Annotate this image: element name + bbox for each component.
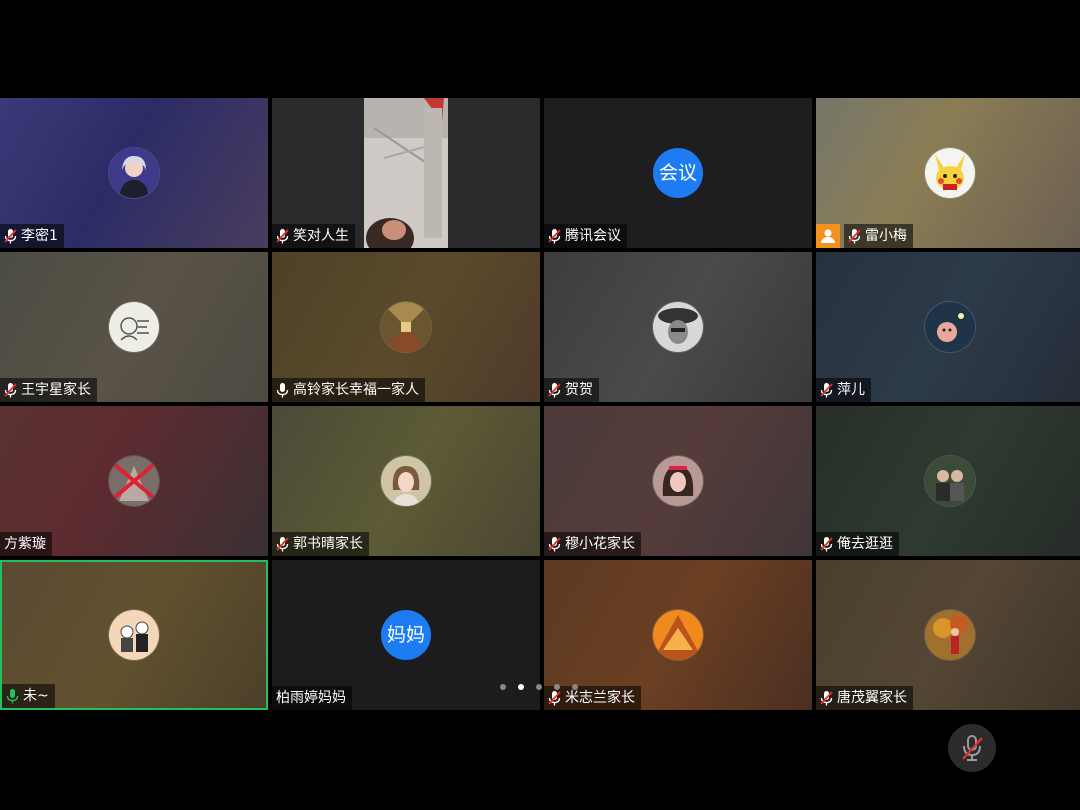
mic-icon bbox=[276, 382, 289, 397]
participant-name: 俺去逛逛 bbox=[837, 536, 893, 552]
page-dot[interactable] bbox=[500, 684, 506, 690]
photo-orange-icon bbox=[653, 610, 703, 660]
participant-tile[interactable]: 李密1 bbox=[0, 98, 268, 248]
cartoon-sketch-icon bbox=[109, 302, 159, 352]
participant-name-label: 笑对人生 bbox=[272, 224, 355, 248]
mute-button[interactable] bbox=[948, 724, 996, 772]
participant-name-label: 穆小花家长 bbox=[544, 532, 641, 556]
photo-woman-hair-icon bbox=[653, 456, 703, 506]
page-dot[interactable] bbox=[536, 684, 542, 690]
video-feed bbox=[364, 98, 448, 248]
mic-muted-icon bbox=[548, 228, 561, 243]
mic-muted-icon bbox=[548, 382, 561, 397]
participant-tile[interactable]: 穆小花家长 bbox=[544, 406, 812, 556]
participant-name-label: 腾讯会议 bbox=[544, 224, 627, 248]
participant-tile[interactable]: 贺贺 bbox=[544, 252, 812, 402]
text-avatar: 妈妈 bbox=[381, 610, 431, 660]
participant-name: 笑对人生 bbox=[293, 228, 349, 244]
text-avatar: 会议 bbox=[653, 148, 703, 198]
page-dot[interactable] bbox=[572, 684, 578, 690]
mic-muted-icon bbox=[276, 228, 289, 243]
mic-muted-icon bbox=[548, 536, 561, 551]
participant-name: 唐茂翼家长 bbox=[837, 690, 907, 706]
page-indicator[interactable] bbox=[500, 684, 578, 690]
participant-name-label: 俺去逛逛 bbox=[816, 532, 899, 556]
participant-name: 腾讯会议 bbox=[565, 228, 621, 244]
photo-cat-icon bbox=[109, 456, 159, 506]
photo-bw-face-icon bbox=[653, 302, 703, 352]
participant-tile[interactable]: 萍儿 bbox=[816, 252, 1080, 402]
cartoon-figures-icon bbox=[109, 610, 159, 660]
participant-name: 李密1 bbox=[21, 228, 58, 244]
participant-name: 高铃家长幸福一家人 bbox=[293, 382, 419, 398]
participant-tile[interactable]: 方紫璇 bbox=[0, 406, 268, 556]
video-grid: 李密1 笑对人生 会议 腾讯会议 雷小梅 王宇星家长 高铃家长幸福一家人 贺贺 萍儿 方紫璇 郭书晴… bbox=[0, 98, 1080, 712]
participant-name: 穆小花家长 bbox=[565, 536, 635, 552]
participant-name-label: 方紫璇 bbox=[0, 532, 52, 556]
photo-couple-icon bbox=[925, 456, 975, 506]
participant-name-label: 王宇星家长 bbox=[0, 378, 97, 402]
participant-name: 贺贺 bbox=[565, 382, 593, 398]
participant-name-label: 郭书晴家长 bbox=[272, 532, 369, 556]
mic-muted-icon bbox=[820, 690, 833, 705]
mic-muted-icon bbox=[962, 735, 983, 761]
participant-name-label: 雷小梅 bbox=[844, 224, 913, 248]
photo-autumn-icon bbox=[925, 610, 975, 660]
participant-name: 郭书晴家长 bbox=[293, 536, 363, 552]
participant-tile[interactable]: 雷小梅 bbox=[816, 98, 1080, 248]
page-dot[interactable] bbox=[518, 684, 524, 690]
participant-name: 方紫璇 bbox=[4, 536, 46, 552]
participant-tile[interactable]: 王宇星家长 bbox=[0, 252, 268, 402]
mic-muted-icon bbox=[4, 382, 17, 397]
mic-muted-icon bbox=[548, 690, 561, 705]
mic-muted-icon bbox=[820, 382, 833, 397]
photo-girl-icon bbox=[381, 456, 431, 506]
mic-muted-icon bbox=[820, 536, 833, 551]
photo-toy-icon bbox=[925, 302, 975, 352]
mic-muted-icon bbox=[4, 228, 17, 243]
participant-name-label: 贺贺 bbox=[544, 378, 599, 402]
photo-woman-icon bbox=[109, 148, 159, 198]
participant-tile[interactable]: 会议腾讯会议 bbox=[544, 98, 812, 248]
participant-tile[interactable]: 未~ bbox=[0, 560, 268, 710]
pikachu-icon bbox=[925, 148, 975, 198]
participant-name: 王宇星家长 bbox=[21, 382, 91, 398]
participant-name: 雷小梅 bbox=[865, 228, 907, 244]
mic-icon bbox=[6, 688, 19, 703]
mic-muted-icon bbox=[848, 228, 861, 243]
participant-tile[interactable]: 高铃家长幸福一家人 bbox=[272, 252, 540, 402]
participant-name: 萍儿 bbox=[837, 382, 865, 398]
participant-name: 未~ bbox=[23, 688, 49, 704]
participant-tile[interactable]: 俺去逛逛 bbox=[816, 406, 1080, 556]
participant-tile[interactable]: 笑对人生 bbox=[272, 98, 540, 248]
participant-name-label: 高铃家长幸福一家人 bbox=[272, 378, 425, 402]
participant-name-label: 唐茂翼家长 bbox=[816, 686, 913, 710]
host-person-icon bbox=[816, 224, 840, 248]
page-dot[interactable] bbox=[554, 684, 560, 690]
photo-hallway-icon bbox=[381, 302, 431, 352]
participant-tile[interactable]: 唐茂翼家长 bbox=[816, 560, 1080, 710]
participant-name-label: 柏雨婷妈妈 bbox=[272, 686, 352, 710]
mic-muted-icon bbox=[276, 536, 289, 551]
participant-name-label: 李密1 bbox=[0, 224, 64, 248]
participant-name-label: 萍儿 bbox=[816, 378, 871, 402]
participant-name-label: 未~ bbox=[2, 684, 55, 708]
participant-name: 柏雨婷妈妈 bbox=[276, 690, 346, 706]
participant-tile[interactable]: 郭书晴家长 bbox=[272, 406, 540, 556]
participant-tile[interactable]: 米志兰家长 bbox=[544, 560, 812, 710]
